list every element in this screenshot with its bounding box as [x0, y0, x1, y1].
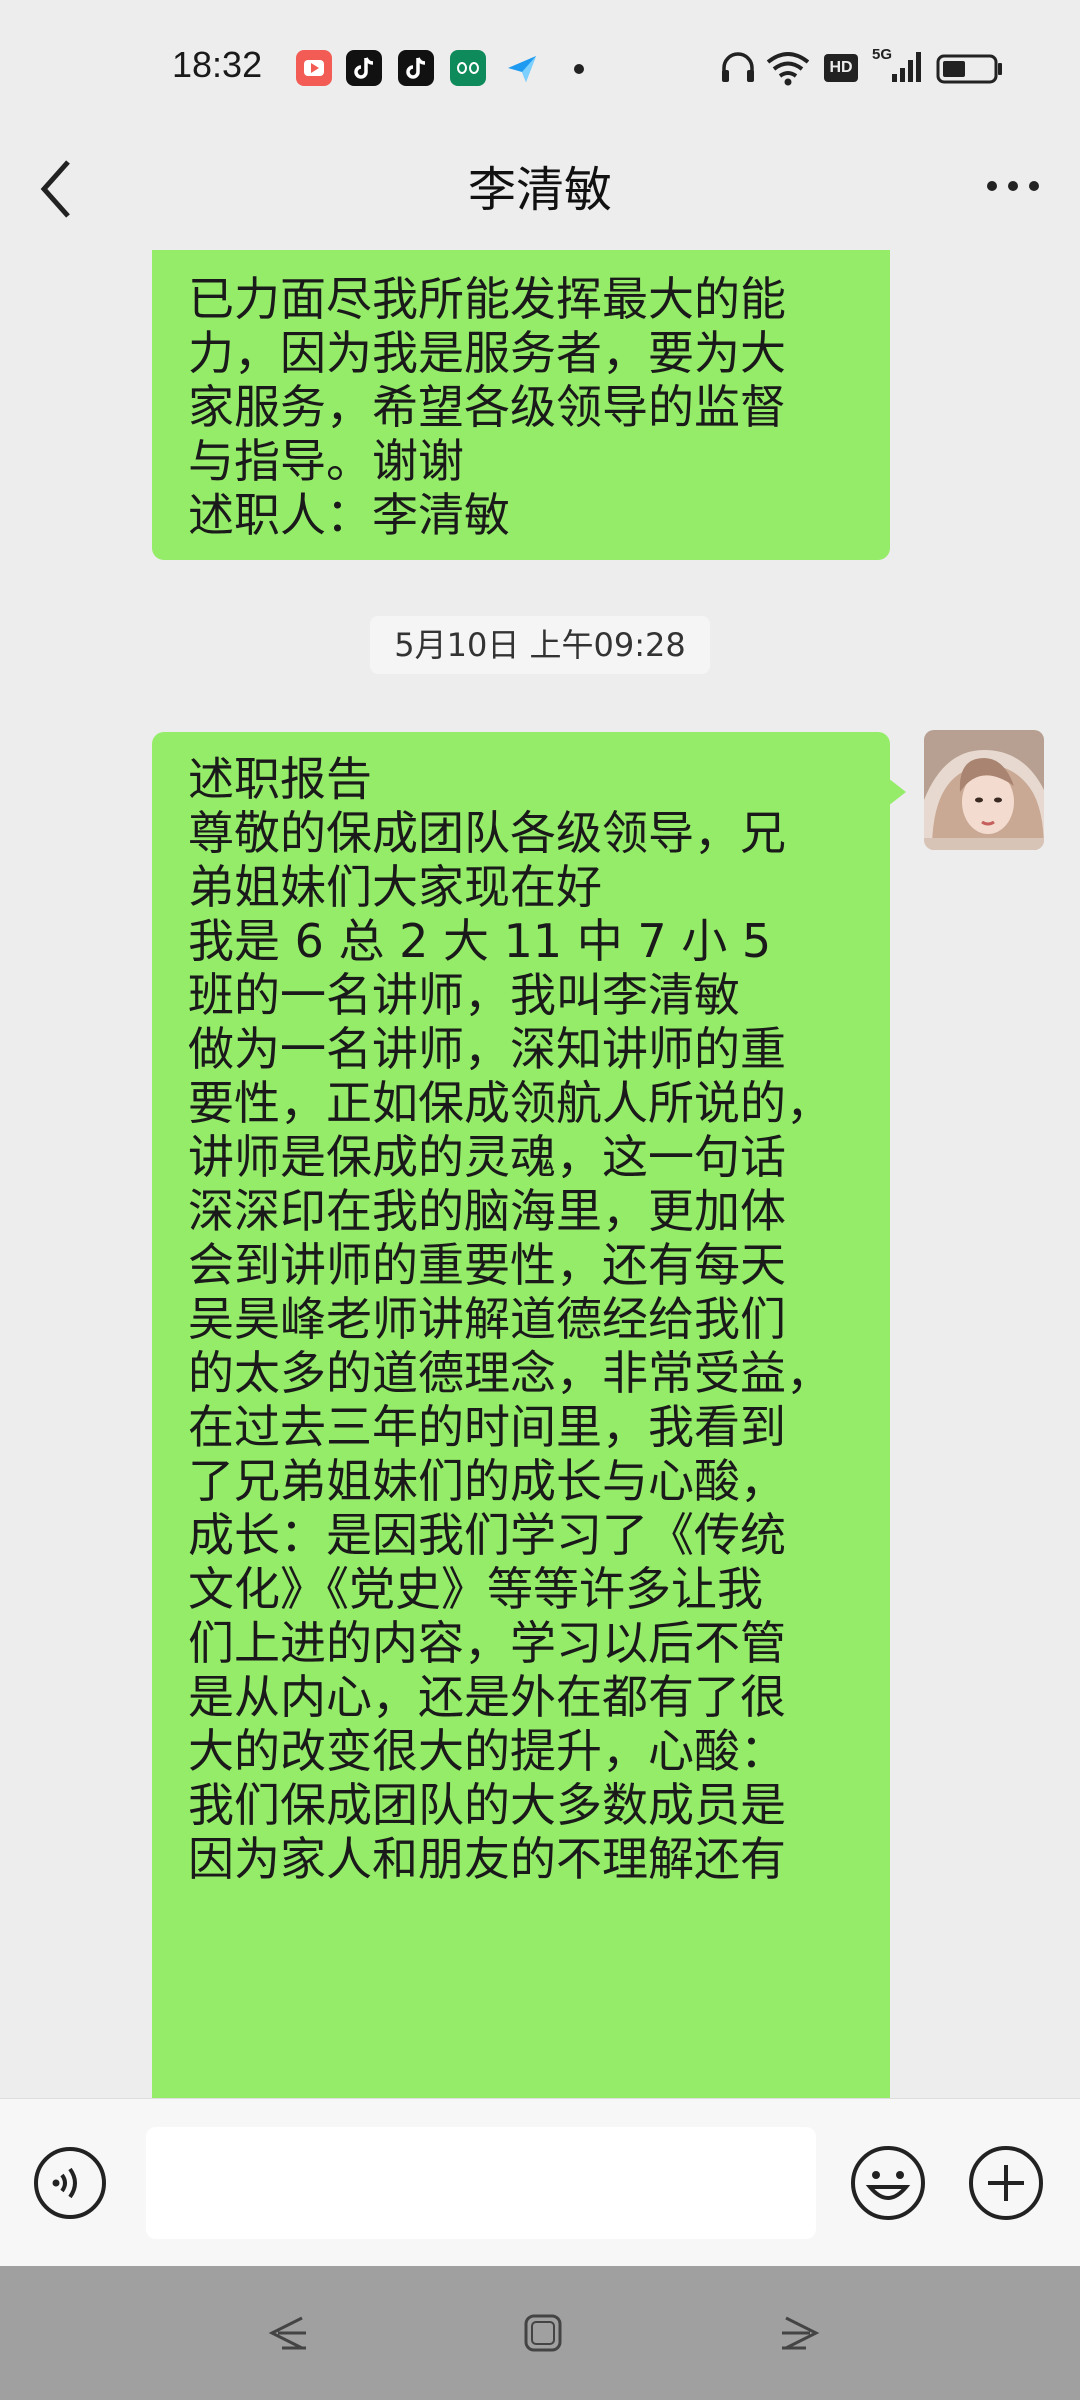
message-timestamp: 5月10日 上午09:28: [370, 616, 710, 674]
nav-back-icon[interactable]: [262, 2308, 312, 2358]
system-nav-bar: [0, 2266, 1080, 2400]
notification-dot: [574, 64, 584, 74]
bubble-tail: [888, 778, 906, 806]
video-app-icon: [296, 50, 332, 86]
oppo-app-icon: [450, 50, 486, 86]
nav-home-icon[interactable]: [518, 2308, 568, 2358]
tiktok-icon: [346, 50, 382, 86]
status-bar: 18:32 HD 5G: [0, 0, 1080, 130]
more-dots-icon[interactable]: [984, 176, 1042, 196]
wifi-icon: [766, 52, 810, 86]
avatar[interactable]: [924, 730, 1044, 850]
plus-icon[interactable]: [966, 2143, 1046, 2223]
emoji-icon[interactable]: [848, 2143, 928, 2223]
headphone-icon: [722, 52, 754, 82]
message-bubble-outgoing[interactable]: 已力面尽我所能发挥最大的能 力，因为我是服务者，要为大 家服务，希望各级领导的监…: [152, 250, 890, 560]
battery-icon: [936, 54, 1002, 84]
chat-header: 李清敏: [0, 130, 1080, 250]
status-time: 18:32: [172, 44, 263, 85]
message-text: 已力面尽我所能发挥最大的能 力，因为我是服务者，要为大 家服务，希望各级领导的监…: [188, 272, 786, 542]
message-list[interactable]: 已力面尽我所能发挥最大的能 力，因为我是服务者，要为大 家服务，希望各级领导的监…: [0, 250, 1080, 2098]
voice-icon[interactable]: [32, 2145, 108, 2221]
message-text: 述职报告 尊敬的保成团队各级领导，兄 弟姐妹们大家现在好 我是 6 总 2 大 …: [188, 752, 832, 1886]
input-bar: [0, 2098, 1080, 2267]
message-input[interactable]: [146, 2127, 816, 2239]
send-app-icon: [504, 50, 540, 86]
signal-5g-icon: [892, 52, 921, 82]
message-bubble-outgoing[interactable]: 述职报告 尊敬的保成团队各级领导，兄 弟姐妹们大家现在好 我是 6 总 2 大 …: [152, 732, 890, 2098]
nav-recent-icon[interactable]: [776, 2308, 826, 2358]
tiktok-icon: [398, 50, 434, 86]
hd-icon: HD: [824, 54, 858, 82]
contact-name-title: 李清敏: [467, 162, 612, 218]
